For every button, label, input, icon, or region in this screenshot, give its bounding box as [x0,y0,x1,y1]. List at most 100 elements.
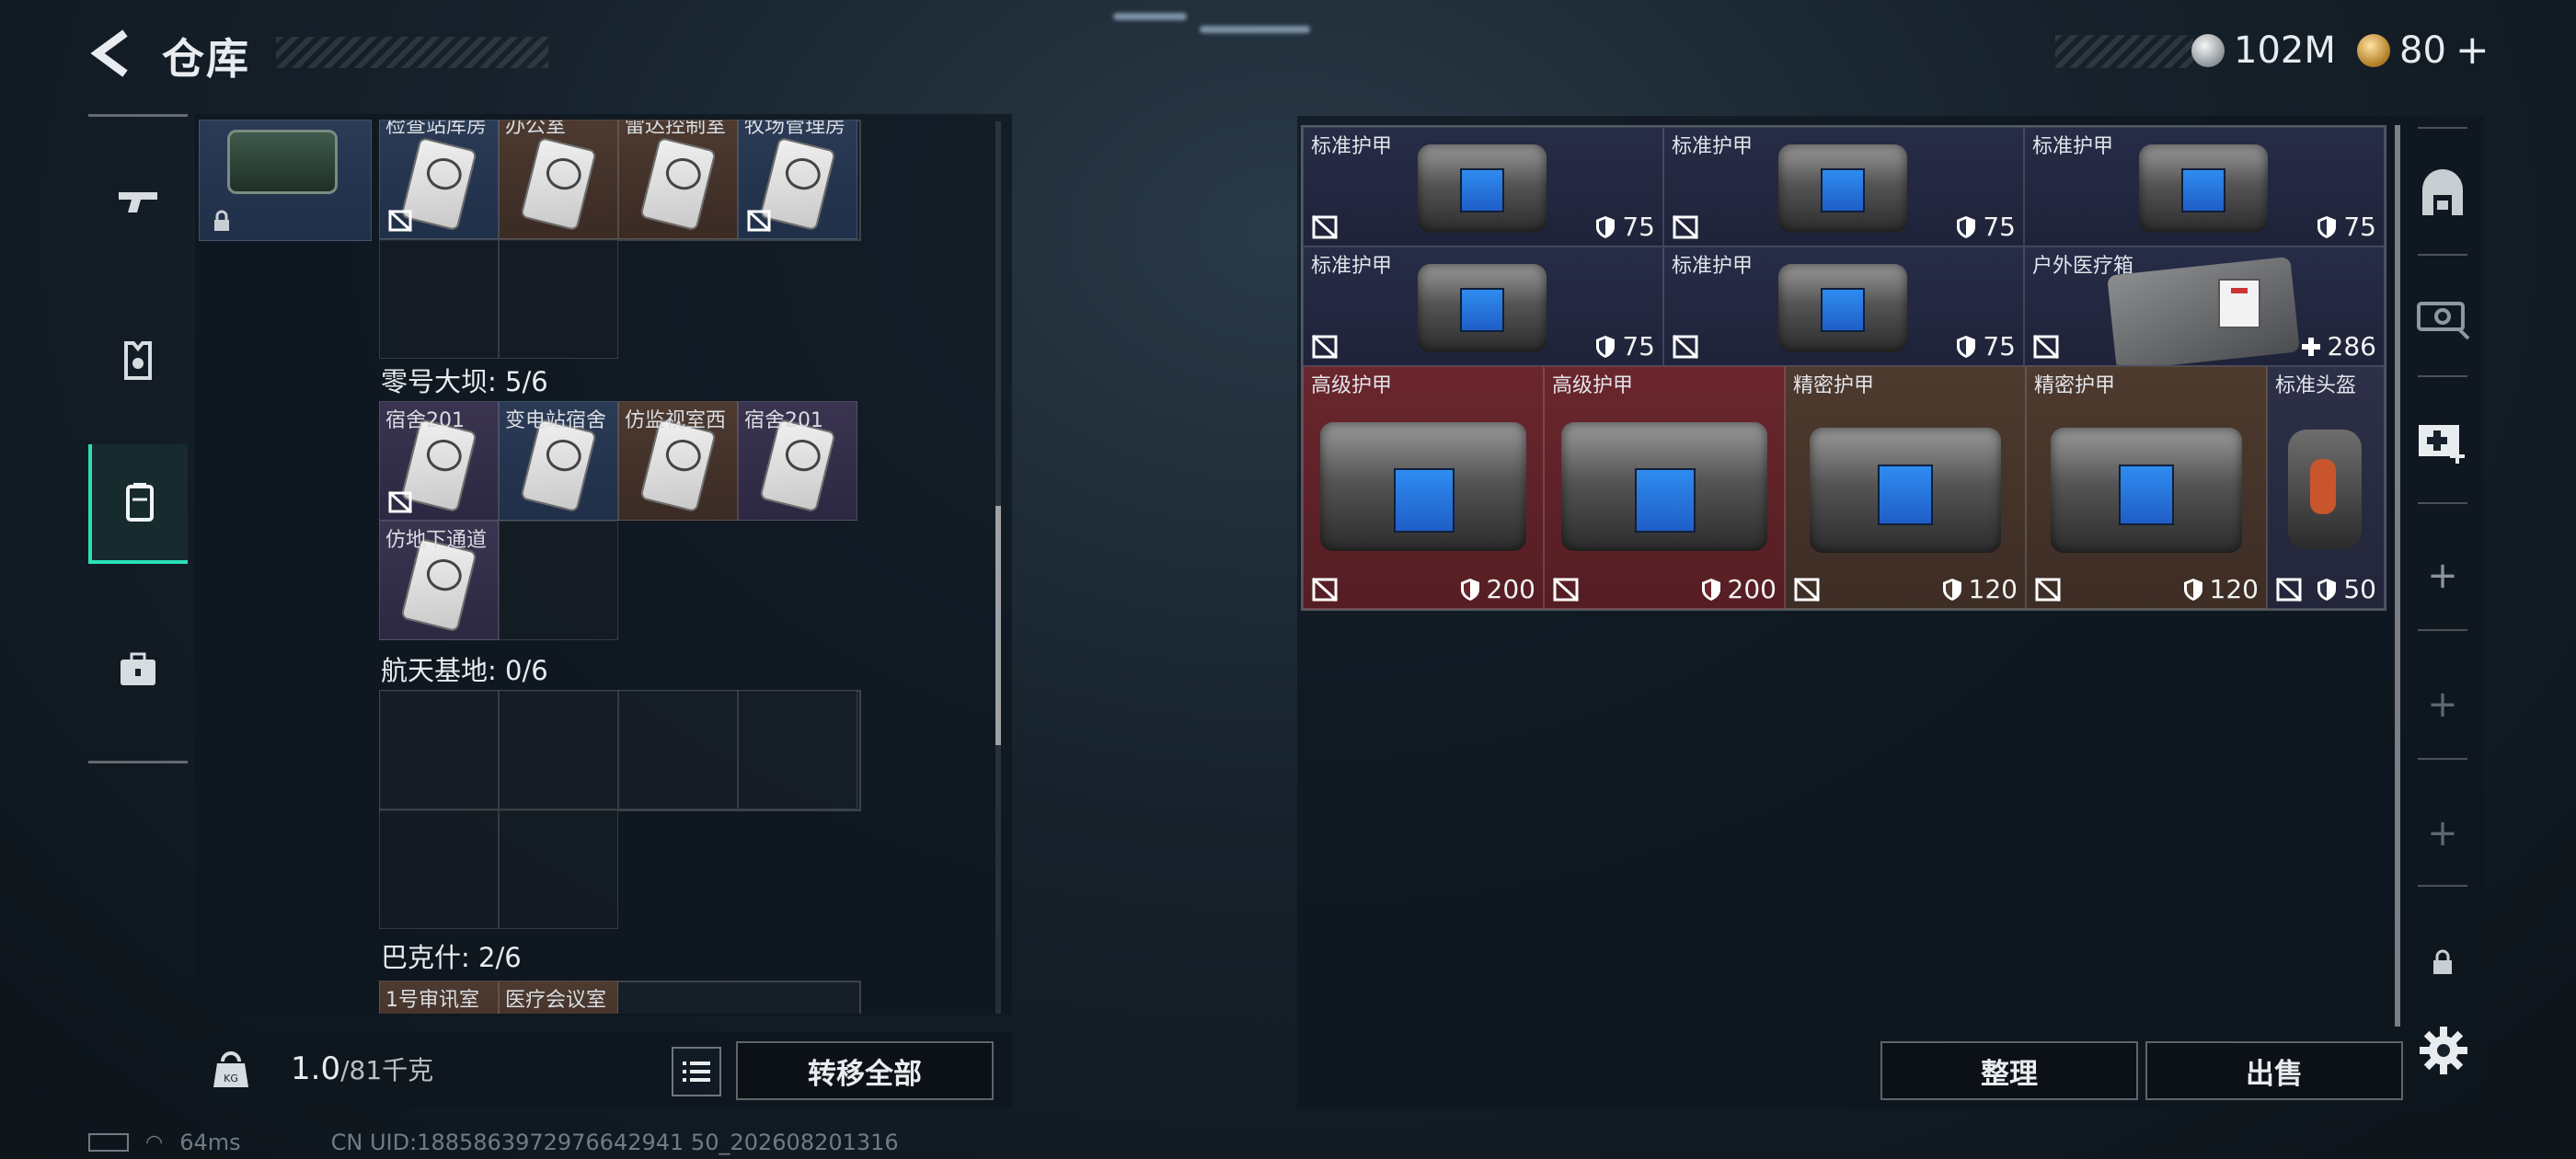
category-nav [88,114,188,763]
gear-icon [2420,1027,2467,1074]
inventory-scrollbar[interactable] [2395,125,2400,1027]
empty-key-slot[interactable] [618,690,738,809]
sell-button[interactable]: 出售 [2145,1041,2403,1100]
item-value: 200 [1727,574,1777,604]
inventory-item[interactable]: 精密护甲 120 [2026,366,2267,609]
key-slot[interactable]: 牧场管理房 [738,120,857,239]
inventory-item[interactable]: 标准头盔 50 [2267,366,2385,609]
key-slot-label: 1号审讯室 [385,989,479,1012]
item-value: 120 [1968,574,2018,604]
add-slot[interactable]: + [2410,787,2475,879]
inventory-item[interactable]: 高级护甲 200 [1303,366,1544,609]
armor-slot[interactable] [2410,147,2475,239]
empty-key-slot[interactable] [379,809,499,929]
weapon-case-slot[interactable] [2410,269,2475,361]
item-name: 标准护甲 [1311,135,1393,158]
settings-button[interactable] [2416,1023,2471,1078]
key-slot-label: 变电站宿舍 [505,409,607,432]
empty-key-slot[interactable] [379,690,499,809]
chevron-left-icon [90,29,128,77]
no-trade-icon [2032,334,2060,360]
key-slot[interactable]: 1号审讯室 [379,981,499,1014]
key-slot[interactable]: 宿舍201 [738,401,857,521]
page-title: 仓库 [162,34,250,84]
item-stat: 200 [1459,574,1535,604]
item-name: 高级护甲 [1552,374,1634,397]
plus-icon [2301,337,2320,356]
medical-case-slot[interactable] [2410,396,2475,488]
key-storage-list[interactable]: 检查站库房 办公室 雷达控制室 牧场管理房 零号大坝: 5/6 宿舍201 变电… [199,120,990,1014]
capacity-current: 1.0 [291,1050,341,1087]
lock-icon [214,210,229,231]
silver-currency-value: 102M [2234,29,2336,72]
scrollbar-thumb[interactable] [995,506,1001,745]
gold-coin-icon [2357,34,2390,67]
item-name: 标准护甲 [1672,135,1754,158]
sidebar-divider [2418,885,2467,887]
key-slot[interactable]: 宿舍201 [379,401,499,521]
nav-supplies[interactable] [88,610,188,729]
no-trade-icon [1672,214,1699,240]
no-trade-icon [2275,577,2303,602]
key-slot[interactable]: 变电站宿舍 [499,401,618,521]
shield-icon [1942,578,1961,601]
key-slot[interactable]: 仿监视室西 [618,401,738,521]
key-slot[interactable]: 检查站库房 [379,120,499,239]
inventory-item[interactable]: 标准护甲 75 [2024,127,2385,247]
inventory-item[interactable]: 标准护甲 75 [1663,247,2024,366]
armor-screen [2119,465,2174,525]
nav-weapons[interactable] [88,141,188,260]
inventory-item[interactable]: 户外医疗箱 286 [2024,247,2385,366]
transfer-all-button[interactable]: 转移全部 [736,1041,994,1100]
shield-icon [1957,215,1976,238]
empty-key-slot[interactable] [499,809,618,929]
sort-button[interactable]: 整理 [1880,1041,2138,1100]
battery-icon [88,1133,129,1152]
back-button[interactable] [85,26,140,81]
empty-key-slot[interactable] [499,690,618,809]
key-slot[interactable]: 仿地下通道 [379,521,499,640]
key-slot[interactable]: 医疗会议室 [499,981,618,1014]
empty-key-slot[interactable] [379,239,499,359]
keycard-image [639,136,717,232]
key-slot[interactable]: 办公室 [499,120,618,239]
empty-key-slot[interactable] [738,690,857,809]
key-slot[interactable]: 雷达控制室 [618,120,738,239]
item-stat: 75 [1594,212,1655,242]
item-stat: 75 [2316,212,2376,242]
sidebar-divider [2418,629,2467,631]
key-case-slot[interactable] [199,120,372,241]
item-value: 75 [1983,212,2016,242]
shield-icon [2317,578,2337,601]
key-slot-label: 雷达控制室 [625,120,727,138]
armor-screen [1821,168,1865,212]
no-trade-icon [387,490,413,514]
item-value: 50 [2343,574,2376,604]
add-slot[interactable]: + [2410,659,2475,751]
no-trade-icon [1311,334,1339,360]
gold-currency[interactable]: 80 + [2357,28,2490,74]
nav-armor[interactable] [88,301,188,420]
inventory-item[interactable]: 标准护甲 75 [1303,127,1663,247]
inventory-item[interactable]: 标准护甲 75 [1663,127,2024,247]
uid-text: CN UID:1885863972976642941 50_2026082013… [330,1130,899,1155]
shield-icon [1596,335,1616,358]
list-view-button[interactable] [672,1047,721,1096]
item-stat: 200 [1700,574,1777,604]
empty-key-slot[interactable] [499,239,618,359]
item-name: 标准护甲 [1672,255,1754,278]
item-value: 286 [2327,331,2376,361]
inventory-item[interactable]: 精密护甲 120 [1785,366,2026,609]
armor-screen [2181,168,2225,212]
empty-key-slot[interactable] [499,521,618,640]
nav-keycards[interactable] [88,444,188,564]
medical-cross-icon [2231,288,2248,293]
item-stat: 75 [1955,212,2016,242]
locked-slot[interactable] [2410,916,2475,1008]
add-currency-icon[interactable]: + [2455,30,2490,71]
item-value: 75 [1983,331,2016,361]
inventory-item[interactable]: 高级护甲 200 [1544,366,1785,609]
inventory-item[interactable]: 标准护甲 75 [1303,247,1663,366]
add-slot-icon: + [2427,683,2458,726]
add-slot[interactable]: + [2410,530,2475,622]
